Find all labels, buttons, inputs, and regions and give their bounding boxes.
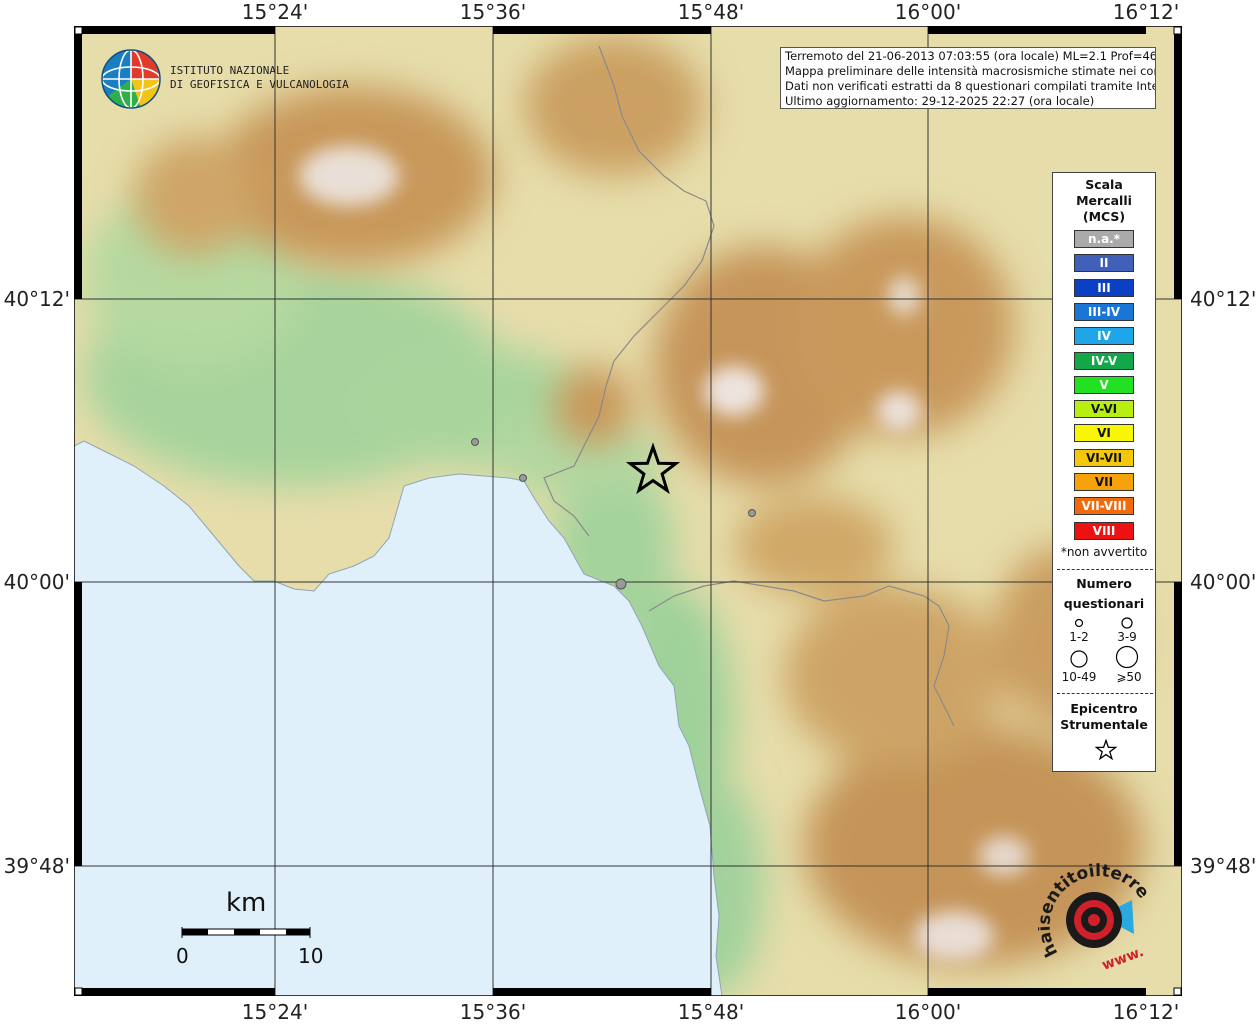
epicenter-title: Epicentro bbox=[1070, 701, 1138, 716]
na-note: *non avvertito bbox=[1060, 545, 1148, 559]
lon-tick-top: 15°48' bbox=[677, 0, 745, 24]
questionnaire-circle-icon[interactable] bbox=[519, 474, 527, 482]
lat-tick-left: 40°12' bbox=[3, 287, 70, 311]
lon-tick-bottom: 15°24' bbox=[241, 1000, 309, 1024]
legend-title: Scala bbox=[1085, 177, 1123, 192]
lat-tick-right: 39°48' bbox=[1190, 854, 1256, 878]
star-outline-icon bbox=[1095, 739, 1117, 761]
info-line: Dati non verificati estratti da 8 questi… bbox=[785, 79, 1156, 93]
circle-small-icon bbox=[1074, 618, 1084, 628]
lon-tick-top: 16°12' bbox=[1112, 0, 1180, 24]
count-class-label: 10-49 bbox=[1061, 670, 1097, 684]
target-cone-icon[interactable]: haisentitoilterremoto.it ? www. bbox=[1038, 858, 1162, 982]
epicenter-title: Strumentale bbox=[1060, 717, 1148, 732]
logo-text: ISTITUTO NAZIONALE DI GEOFISICA E VULCAN… bbox=[170, 64, 349, 92]
circle-medium-icon bbox=[1121, 617, 1133, 629]
questionnaire-circle-icon[interactable] bbox=[471, 438, 479, 446]
count-class-label: ⩾50 bbox=[1116, 670, 1142, 684]
lat-tick-left: 40°00' bbox=[3, 570, 70, 594]
mcs-swatch: VI-VII bbox=[1074, 448, 1134, 467]
lat-tick-right: 40°12' bbox=[1190, 287, 1256, 311]
lat-tick-right: 40°00' bbox=[1190, 570, 1256, 594]
ingv-globe-icon bbox=[101, 49, 161, 109]
count-title: Numero bbox=[1076, 576, 1132, 591]
mcs-swatch: V bbox=[1074, 375, 1134, 394]
scalebar bbox=[181, 927, 311, 938]
mcs-legend: Scala Mercalli (MCS) n.a.* II III III-IV IV I… bbox=[1052, 172, 1156, 772]
lon-tick-bottom: 15°48' bbox=[677, 1000, 745, 1024]
scalebar-max: 10 bbox=[298, 944, 324, 968]
lon-tick-top: 15°24' bbox=[241, 0, 309, 24]
lon-tick-top: 15°36' bbox=[459, 0, 527, 24]
mcs-swatch: III bbox=[1074, 278, 1134, 297]
circle-large-icon bbox=[1070, 650, 1088, 668]
mcs-swatch: n.a.* bbox=[1074, 230, 1134, 248]
mcs-swatch: III-IV bbox=[1074, 302, 1134, 321]
info-line: Ultimo aggiornamento: 29-12-2025 22:27 (… bbox=[785, 94, 1095, 108]
mcs-swatch: VI bbox=[1074, 424, 1134, 443]
scalebar-min: 0 bbox=[176, 944, 189, 968]
map-frame bbox=[73, 25, 1183, 997]
terrain-map bbox=[73, 25, 1183, 997]
info-line: Mappa preliminare delle intensità macros… bbox=[785, 64, 1156, 78]
lon-tick-bottom: 16°12' bbox=[1112, 1000, 1180, 1024]
lon-tick-top: 16°00' bbox=[894, 0, 962, 24]
logo-line-1: ISTITUTO NAZIONALE bbox=[170, 64, 290, 77]
lon-tick-bottom: 16°00' bbox=[894, 1000, 962, 1024]
mcs-swatch: IV-V bbox=[1074, 351, 1134, 370]
legend-title: (MCS) bbox=[1082, 209, 1126, 224]
scalebar-unit: km bbox=[226, 888, 267, 918]
legend-divider bbox=[1057, 569, 1153, 570]
mcs-swatch: V-VI bbox=[1074, 400, 1134, 419]
legend-divider bbox=[1057, 693, 1153, 694]
event-info-box: Terremoto del 21-06-2013 07:03:55 (ora l… bbox=[780, 47, 1156, 109]
count-class-label: 3-9 bbox=[1117, 630, 1137, 644]
mcs-swatch: VIII bbox=[1074, 521, 1134, 540]
info-line: Terremoto del 21-06-2013 07:03:55 (ora l… bbox=[785, 49, 1156, 63]
badge-subtext: www. bbox=[1100, 944, 1146, 974]
count-title: questionari bbox=[1063, 596, 1145, 611]
lon-tick-bottom: 15°36' bbox=[459, 1000, 527, 1024]
questionnaire-circle-icon[interactable] bbox=[748, 509, 756, 517]
circle-xlarge-icon bbox=[1115, 645, 1139, 669]
questionnaire-circle-icon[interactable] bbox=[615, 578, 627, 590]
count-class-label: 1-2 bbox=[1069, 630, 1089, 644]
legend-title: Mercalli bbox=[1076, 193, 1132, 208]
mcs-swatch: IV bbox=[1074, 327, 1134, 346]
logo-line-2: DI GEOFISICA E VULCANOLOGIA bbox=[170, 78, 349, 91]
lat-tick-left: 39°48' bbox=[3, 854, 70, 878]
mcs-swatch: VII bbox=[1074, 473, 1134, 491]
mcs-swatch: II bbox=[1074, 254, 1134, 273]
mcs-swatch: VII-VIII bbox=[1074, 497, 1134, 516]
